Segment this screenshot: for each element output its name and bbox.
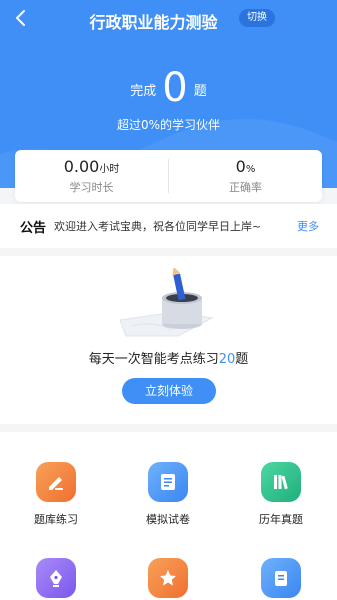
stats-card: 0.00小时 学习时长 0% 正确率	[15, 150, 322, 202]
grid-item-4[interactable]	[0, 558, 112, 598]
daily-practice-text: 每天一次智能考点练习20题	[0, 348, 337, 367]
switch-button[interactable]: 切换	[239, 9, 275, 27]
beat-percentage-text: 超过0%的学习伙伴	[116, 118, 221, 132]
daily-practice-card: 每天一次智能考点练习20题 立刻体验	[0, 256, 337, 424]
notice-message[interactable]: 欢迎进入考试宝典，祝各位同学早日上岸~	[54, 218, 291, 234]
grid-item-mock-exam[interactable]: 模拟试卷	[112, 462, 224, 527]
study-time-unit: 小时	[99, 164, 120, 175]
accuracy-label: 正确率	[229, 181, 262, 194]
pencil-paper-illustration	[119, 268, 214, 337]
completed-count: 完成 0 题	[0, 68, 337, 108]
study-time-stat: 0.00小时 学习时长	[15, 157, 168, 195]
accuracy-unit: %	[245, 164, 256, 175]
edit-pencil-icon	[36, 462, 76, 502]
accuracy-value: 0	[235, 157, 246, 176]
nav-bar: 行政职业能力测验 切换	[0, 0, 337, 36]
grid-item-6[interactable]	[225, 558, 337, 598]
feature-grid: 题库练习 模拟试卷 历年真题	[0, 432, 337, 600]
study-time-label: 学习时长	[69, 181, 114, 194]
test-paper-icon	[148, 462, 188, 502]
books-icon	[261, 462, 301, 502]
notice-bar: 公告 欢迎进入考试宝典，祝各位同学早日上岸~ 更多	[0, 204, 337, 248]
notice-more-link[interactable]: 更多	[297, 218, 319, 234]
grid-item-past-papers[interactable]: 历年真题	[225, 462, 337, 527]
accuracy-stat: 0% 正确率	[169, 157, 322, 195]
pen-nib-icon	[36, 558, 76, 598]
grid-label-past-papers: 历年真题	[259, 513, 303, 526]
grid-label-mock-exam: 模拟试卷	[146, 513, 190, 526]
completed-suffix: 题	[193, 84, 207, 99]
grid-item-5[interactable]	[112, 558, 224, 598]
try-now-button[interactable]: 立刻体验	[122, 378, 216, 404]
completed-prefix: 完成	[130, 84, 157, 99]
daily-text-before: 每天一次智能考点练习	[88, 352, 219, 367]
completed-number: 0	[162, 65, 188, 111]
daily-text-after: 题	[235, 352, 249, 367]
page-title: 行政职业能力测验	[89, 13, 218, 32]
study-time-value: 0.00	[63, 157, 100, 176]
grid-label-question-bank: 题库练习	[34, 513, 78, 526]
star-icon	[148, 558, 188, 598]
notice-tag: 公告	[20, 220, 47, 236]
grid-item-question-bank[interactable]: 题库练习	[0, 462, 112, 527]
document-icon	[261, 558, 301, 598]
daily-question-count: 20	[218, 352, 236, 367]
